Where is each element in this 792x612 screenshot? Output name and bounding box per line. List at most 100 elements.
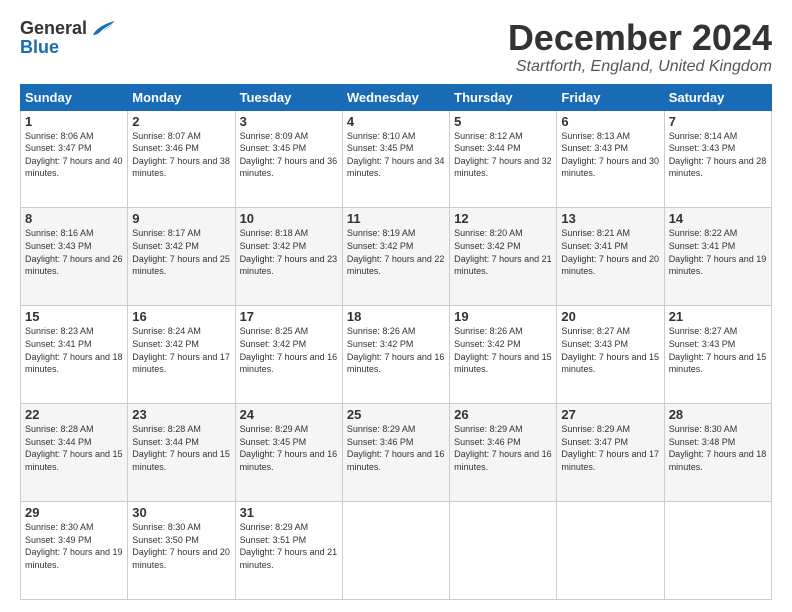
day-info: Sunrise: 8:18 AM Sunset: 3:42 PM Dayligh… [240, 227, 338, 277]
daylight-text: Daylight: 7 hours and 16 minutes. [347, 449, 445, 472]
day-number: 29 [25, 505, 123, 520]
sunset-text: Sunset: 3:47 PM [25, 143, 92, 153]
calendar-body: 1 Sunrise: 8:06 AM Sunset: 3:47 PM Dayli… [21, 110, 772, 599]
sunrise-text: Sunrise: 8:29 AM [561, 424, 630, 434]
day-number: 27 [561, 407, 659, 422]
day-header-thursday: Thursday [450, 84, 557, 110]
sunrise-text: Sunrise: 8:22 AM [669, 228, 738, 238]
daylight-text: Daylight: 7 hours and 16 minutes. [454, 449, 552, 472]
daylight-text: Daylight: 7 hours and 15 minutes. [25, 449, 123, 472]
week-row-4: 22 Sunrise: 8:28 AM Sunset: 3:44 PM Dayl… [21, 404, 772, 502]
sunset-text: Sunset: 3:46 PM [347, 437, 414, 447]
day-info: Sunrise: 8:25 AM Sunset: 3:42 PM Dayligh… [240, 325, 338, 375]
sunrise-text: Sunrise: 8:12 AM [454, 131, 523, 141]
sunset-text: Sunset: 3:43 PM [561, 339, 628, 349]
daylight-text: Daylight: 7 hours and 19 minutes. [669, 254, 767, 277]
day-number: 19 [454, 309, 552, 324]
calendar-cell: 3 Sunrise: 8:09 AM Sunset: 3:45 PM Dayli… [235, 110, 342, 208]
day-info: Sunrise: 8:29 AM Sunset: 3:51 PM Dayligh… [240, 521, 338, 571]
day-number: 8 [25, 211, 123, 226]
sunrise-text: Sunrise: 8:29 AM [240, 522, 309, 532]
calendar-title: December 2024 [508, 18, 772, 58]
day-number: 6 [561, 114, 659, 129]
day-info: Sunrise: 8:29 AM Sunset: 3:45 PM Dayligh… [240, 423, 338, 473]
daylight-text: Daylight: 7 hours and 32 minutes. [454, 156, 552, 179]
calendar-cell: 6 Sunrise: 8:13 AM Sunset: 3:43 PM Dayli… [557, 110, 664, 208]
calendar-cell: 7 Sunrise: 8:14 AM Sunset: 3:43 PM Dayli… [664, 110, 771, 208]
day-info: Sunrise: 8:16 AM Sunset: 3:43 PM Dayligh… [25, 227, 123, 277]
day-info: Sunrise: 8:21 AM Sunset: 3:41 PM Dayligh… [561, 227, 659, 277]
calendar-cell: 1 Sunrise: 8:06 AM Sunset: 3:47 PM Dayli… [21, 110, 128, 208]
day-number: 13 [561, 211, 659, 226]
day-number: 14 [669, 211, 767, 226]
sunrise-text: Sunrise: 8:25 AM [240, 326, 309, 336]
day-info: Sunrise: 8:12 AM Sunset: 3:44 PM Dayligh… [454, 130, 552, 180]
sunrise-text: Sunrise: 8:06 AM [25, 131, 94, 141]
calendar-table: SundayMondayTuesdayWednesdayThursdayFrid… [20, 84, 772, 600]
day-info: Sunrise: 8:14 AM Sunset: 3:43 PM Dayligh… [669, 130, 767, 180]
day-header-wednesday: Wednesday [342, 84, 449, 110]
sunset-text: Sunset: 3:45 PM [240, 143, 307, 153]
calendar-cell: 8 Sunrise: 8:16 AM Sunset: 3:43 PM Dayli… [21, 208, 128, 306]
day-info: Sunrise: 8:30 AM Sunset: 3:49 PM Dayligh… [25, 521, 123, 571]
sunset-text: Sunset: 3:44 PM [454, 143, 521, 153]
daylight-text: Daylight: 7 hours and 15 minutes. [454, 352, 552, 375]
daylight-text: Daylight: 7 hours and 23 minutes. [240, 254, 338, 277]
sunrise-text: Sunrise: 8:30 AM [25, 522, 94, 532]
day-number: 1 [25, 114, 123, 129]
daylight-text: Daylight: 7 hours and 22 minutes. [347, 254, 445, 277]
day-number: 26 [454, 407, 552, 422]
daylight-text: Daylight: 7 hours and 30 minutes. [561, 156, 659, 179]
sunset-text: Sunset: 3:41 PM [669, 241, 736, 251]
day-number: 9 [132, 211, 230, 226]
day-info: Sunrise: 8:28 AM Sunset: 3:44 PM Dayligh… [132, 423, 230, 473]
week-row-3: 15 Sunrise: 8:23 AM Sunset: 3:41 PM Dayl… [21, 306, 772, 404]
sunset-text: Sunset: 3:43 PM [561, 143, 628, 153]
day-number: 31 [240, 505, 338, 520]
day-number: 25 [347, 407, 445, 422]
day-number: 18 [347, 309, 445, 324]
day-info: Sunrise: 8:27 AM Sunset: 3:43 PM Dayligh… [669, 325, 767, 375]
sunrise-text: Sunrise: 8:17 AM [132, 228, 201, 238]
calendar-cell [342, 502, 449, 600]
day-number: 12 [454, 211, 552, 226]
calendar-cell: 19 Sunrise: 8:26 AM Sunset: 3:42 PM Dayl… [450, 306, 557, 404]
sunrise-text: Sunrise: 8:09 AM [240, 131, 309, 141]
calendar-cell [557, 502, 664, 600]
day-number: 2 [132, 114, 230, 129]
daylight-text: Daylight: 7 hours and 36 minutes. [240, 156, 338, 179]
logo-general: General [20, 18, 87, 39]
sunrise-text: Sunrise: 8:10 AM [347, 131, 416, 141]
day-info: Sunrise: 8:24 AM Sunset: 3:42 PM Dayligh… [132, 325, 230, 375]
sunrise-text: Sunrise: 8:30 AM [669, 424, 738, 434]
sunrise-text: Sunrise: 8:21 AM [561, 228, 630, 238]
sunrise-text: Sunrise: 8:29 AM [240, 424, 309, 434]
calendar-cell: 10 Sunrise: 8:18 AM Sunset: 3:42 PM Dayl… [235, 208, 342, 306]
day-info: Sunrise: 8:07 AM Sunset: 3:46 PM Dayligh… [132, 130, 230, 180]
calendar-cell: 27 Sunrise: 8:29 AM Sunset: 3:47 PM Dayl… [557, 404, 664, 502]
day-header-tuesday: Tuesday [235, 84, 342, 110]
day-info: Sunrise: 8:28 AM Sunset: 3:44 PM Dayligh… [25, 423, 123, 473]
logo-text: General Blue [20, 18, 117, 58]
sunrise-text: Sunrise: 8:28 AM [132, 424, 201, 434]
calendar-cell: 9 Sunrise: 8:17 AM Sunset: 3:42 PM Dayli… [128, 208, 235, 306]
sunset-text: Sunset: 3:48 PM [669, 437, 736, 447]
daylight-text: Daylight: 7 hours and 17 minutes. [561, 449, 659, 472]
sunset-text: Sunset: 3:42 PM [240, 241, 307, 251]
sunset-text: Sunset: 3:47 PM [561, 437, 628, 447]
calendar-cell: 18 Sunrise: 8:26 AM Sunset: 3:42 PM Dayl… [342, 306, 449, 404]
day-number: 21 [669, 309, 767, 324]
daylight-text: Daylight: 7 hours and 20 minutes. [132, 547, 230, 570]
day-info: Sunrise: 8:26 AM Sunset: 3:42 PM Dayligh… [347, 325, 445, 375]
sunrise-text: Sunrise: 8:24 AM [132, 326, 201, 336]
daylight-text: Daylight: 7 hours and 15 minutes. [561, 352, 659, 375]
calendar-cell [664, 502, 771, 600]
day-info: Sunrise: 8:22 AM Sunset: 3:41 PM Dayligh… [669, 227, 767, 277]
day-info: Sunrise: 8:19 AM Sunset: 3:42 PM Dayligh… [347, 227, 445, 277]
calendar-header-row: SundayMondayTuesdayWednesdayThursdayFrid… [21, 84, 772, 110]
sunset-text: Sunset: 3:44 PM [25, 437, 92, 447]
day-number: 5 [454, 114, 552, 129]
sunrise-text: Sunrise: 8:14 AM [669, 131, 738, 141]
sunset-text: Sunset: 3:49 PM [25, 535, 92, 545]
sunset-text: Sunset: 3:46 PM [454, 437, 521, 447]
